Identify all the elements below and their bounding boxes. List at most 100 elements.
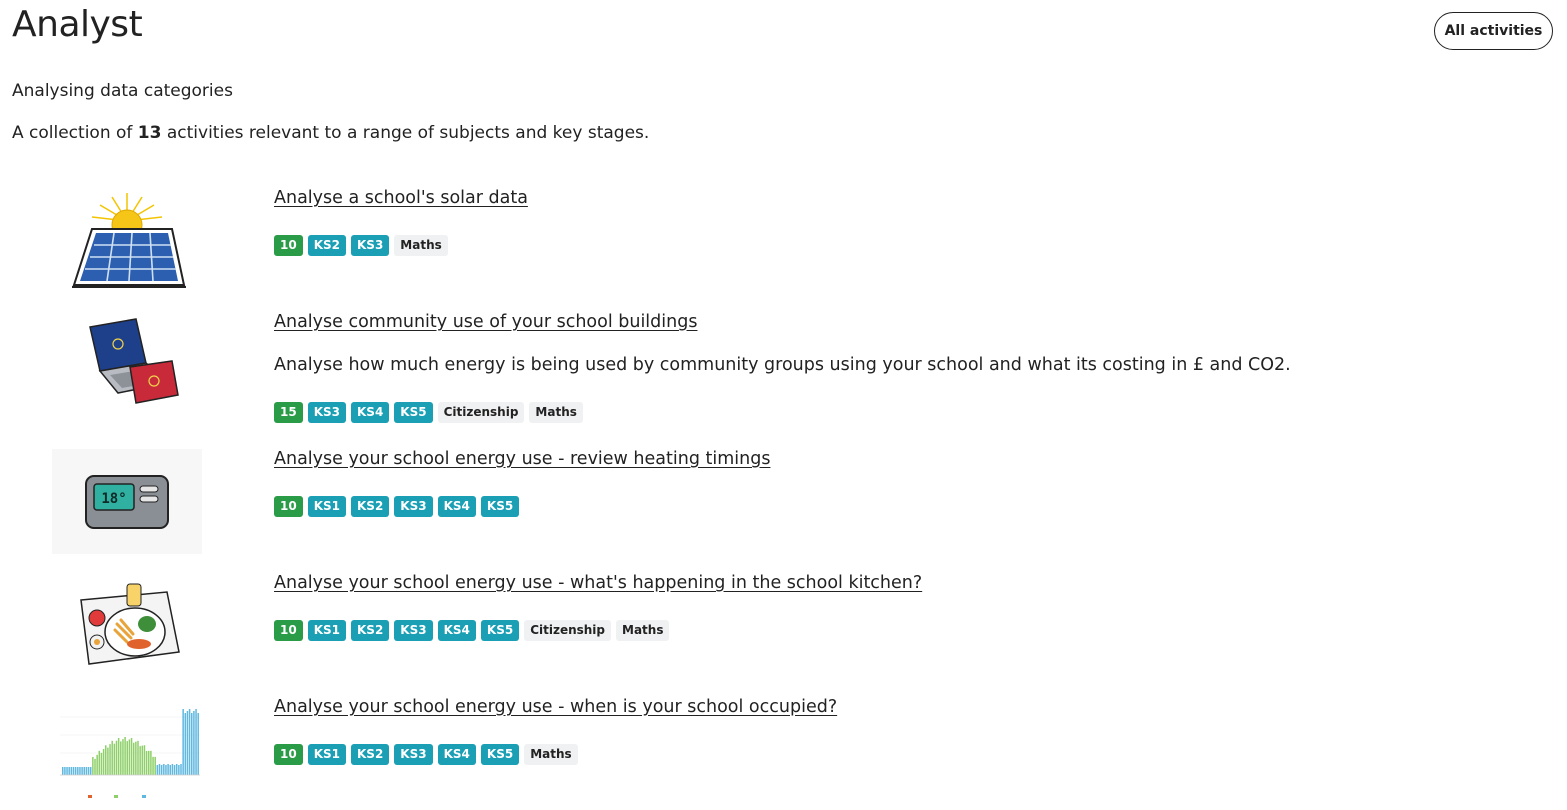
thumbnail-bar bbox=[152, 756, 154, 775]
key-stage-badge: KS4 bbox=[351, 402, 390, 423]
thumbnail-bar bbox=[62, 767, 64, 775]
solar-panel-icon[interactable] bbox=[52, 188, 202, 293]
thumbnail-bar bbox=[128, 739, 131, 775]
activity-title-link[interactable]: Analyse a school's solar data bbox=[274, 188, 528, 208]
thumbnail-bar bbox=[141, 745, 144, 775]
key-stage-badge: KS3 bbox=[394, 744, 433, 765]
thumbnail-bar bbox=[171, 764, 174, 775]
thermostat-reading: 18° bbox=[101, 491, 126, 507]
thumbnail-bar bbox=[85, 767, 88, 775]
thumbnail-bar bbox=[188, 709, 191, 775]
key-stage-badge: KS1 bbox=[307, 496, 346, 517]
thumbnail-bar bbox=[178, 765, 180, 775]
thumbnail-bar bbox=[70, 767, 73, 775]
activity-badges: 10 KS1 KS2 KS3 KS4 KS5 Citizenship Maths bbox=[274, 620, 670, 641]
thumbnail-bar bbox=[66, 767, 68, 775]
thumbnail-bar bbox=[197, 713, 199, 775]
summary-suffix: activities relevant to a range of subjec… bbox=[161, 123, 650, 143]
thumbnail-bar bbox=[120, 741, 122, 775]
thumbnail-bar bbox=[186, 711, 189, 775]
lunch-tray-icon[interactable] bbox=[52, 573, 202, 678]
activity-title-link[interactable]: Analyse your school energy use - when is… bbox=[274, 697, 837, 717]
thumbnail-bar bbox=[154, 756, 156, 775]
key-stage-badge: KS3 bbox=[351, 235, 390, 256]
thumbnail-bar bbox=[115, 740, 118, 775]
thumbnail-bar bbox=[94, 758, 96, 775]
thumbnail-bar bbox=[102, 749, 105, 775]
thumbnail-bar bbox=[167, 764, 169, 775]
thumbnail-bar bbox=[81, 767, 83, 775]
thumbnail-bar bbox=[191, 713, 193, 775]
thumbnail-bar bbox=[193, 711, 195, 775]
page-subtitle: Analysing data categories bbox=[12, 81, 233, 101]
thumbnail-bar bbox=[98, 750, 101, 775]
subject-badge: Citizenship bbox=[524, 620, 612, 641]
thumbnail-bar bbox=[107, 747, 109, 775]
thumbnail-bar bbox=[173, 765, 176, 775]
key-stage-badge: KS2 bbox=[307, 235, 346, 256]
thumbnail-bar bbox=[150, 750, 152, 775]
thermostat-icon[interactable]: 18° bbox=[52, 449, 202, 554]
thumbnail-bar bbox=[156, 765, 159, 775]
thumbnail-bar bbox=[100, 752, 103, 775]
thumbnail-bar bbox=[184, 713, 187, 775]
key-stage-badge: KS5 bbox=[394, 402, 433, 423]
occupancy-chart-icon[interactable] bbox=[52, 697, 202, 802]
thumbnail-bar bbox=[74, 767, 77, 775]
collection-summary: A collection of 13 activities relevant t… bbox=[12, 123, 649, 143]
activity-badges: 15 KS3 KS4 KS5 Citizenship Maths bbox=[274, 402, 583, 423]
key-stage-badge: KS4 bbox=[437, 744, 476, 765]
thumbnail-bar bbox=[87, 767, 90, 775]
key-stage-badge: KS1 bbox=[307, 620, 346, 641]
thumbnail-bar bbox=[105, 745, 107, 775]
score-badge: 10 bbox=[274, 744, 303, 765]
thumbnail-bar bbox=[160, 765, 163, 775]
key-stage-badge: KS2 bbox=[351, 620, 390, 641]
subject-badge: Citizenship bbox=[437, 402, 525, 423]
thumbnail-bar bbox=[137, 740, 139, 775]
key-stage-badge: KS5 bbox=[480, 620, 520, 641]
thumbnail-bar bbox=[132, 742, 135, 775]
thumbnail-bar bbox=[158, 764, 161, 775]
thumbnail-bar bbox=[135, 741, 137, 775]
activity-description: Analyse how much energy is being used by… bbox=[274, 355, 1291, 375]
thumbnail-bar bbox=[113, 743, 116, 775]
all-activities-button[interactable]: All activities bbox=[1434, 12, 1553, 50]
thumbnail-bar bbox=[89, 767, 92, 775]
thumbnail-bar bbox=[165, 765, 167, 775]
laptop-tablet-icon[interactable] bbox=[52, 312, 202, 417]
page: Analyst All activities Analysing data ca… bbox=[0, 0, 1567, 810]
key-stage-badge: KS2 bbox=[351, 496, 390, 517]
subject-badge: Maths bbox=[524, 744, 578, 765]
activity-count: 13 bbox=[137, 123, 162, 143]
key-stage-badge: KS5 bbox=[480, 496, 520, 517]
thumbnail-bar bbox=[195, 709, 197, 775]
score-badge: 10 bbox=[274, 620, 303, 641]
thumbnail-bar bbox=[145, 751, 148, 775]
thumbnail-bar bbox=[79, 767, 81, 775]
score-badge: 10 bbox=[274, 235, 303, 256]
subject-badge: Maths bbox=[529, 402, 583, 423]
thumbnail-bar bbox=[109, 744, 111, 775]
score-badge: 15 bbox=[274, 402, 303, 423]
subject-badge: Maths bbox=[616, 620, 670, 641]
activity-title-link[interactable]: Analyse community use of your school bui… bbox=[274, 312, 697, 332]
thumbnail-bar bbox=[139, 746, 141, 775]
thumbnail-bar bbox=[163, 764, 165, 775]
thumbnail-bar bbox=[68, 767, 70, 775]
thumbnail-bar bbox=[77, 767, 79, 775]
thumbnail-bar bbox=[124, 737, 126, 775]
thumbnail-bar bbox=[83, 767, 85, 775]
key-stage-badge: KS4 bbox=[437, 620, 476, 641]
thumbnail-bar bbox=[143, 745, 146, 775]
key-stage-badge: KS1 bbox=[307, 744, 346, 765]
thumbnail-bar bbox=[182, 709, 184, 775]
thumbnail-bar bbox=[180, 764, 182, 775]
key-stage-badge: KS5 bbox=[480, 744, 520, 765]
thumbnail-bar bbox=[92, 757, 94, 775]
key-stage-badge: KS3 bbox=[307, 402, 346, 423]
activity-title-link[interactable]: Analyse your school energy use - what's … bbox=[274, 573, 922, 593]
thumbnail-bar bbox=[130, 737, 133, 775]
thumbnail-bar bbox=[126, 741, 128, 775]
activity-title-link[interactable]: Analyse your school energy use - review … bbox=[274, 449, 770, 469]
